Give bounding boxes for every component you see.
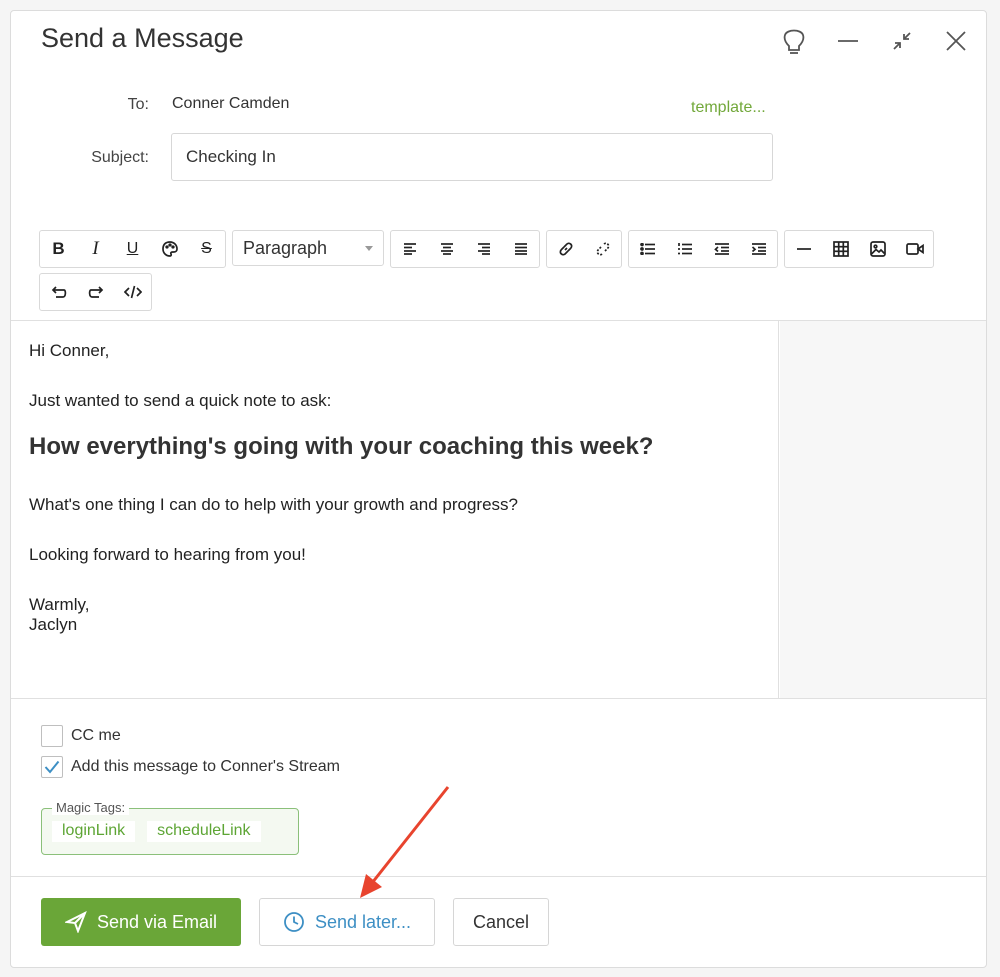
message-body-editor[interactable]: Hi Conner, Just wanted to send a quick n… (11, 321, 779, 698)
template-link[interactable]: template... (691, 99, 766, 117)
footer-divider (11, 876, 986, 877)
editor-bottom-border (11, 698, 986, 699)
bullet-list-button[interactable] (629, 231, 666, 267)
link-button[interactable] (547, 231, 584, 267)
closing-text: Looking forward to hearing from you! (29, 545, 306, 564)
strikethrough-button[interactable]: S (188, 231, 225, 267)
palette-icon (161, 241, 178, 257)
underline-button[interactable]: U (114, 231, 151, 267)
send-plane-icon (64, 911, 87, 933)
unlink-button[interactable] (584, 231, 621, 267)
italic-button[interactable]: I (77, 231, 114, 267)
undo-icon (51, 286, 66, 298)
send-via-email-label: Send via Email (96, 911, 218, 932)
align-left-icon (403, 243, 416, 255)
text-color-button[interactable] (151, 231, 188, 267)
redo-icon (88, 286, 103, 298)
add-stream-label: Add this message to Conner's Stream (71, 758, 340, 775)
align-right-button[interactable] (465, 231, 502, 267)
cc-me-checkbox[interactable] (41, 725, 63, 747)
italic-icon: I (92, 238, 99, 259)
collapse-icon[interactable] (884, 25, 920, 57)
minimize-icon[interactable] (830, 25, 866, 57)
lightbulb-icon[interactable] (776, 25, 812, 57)
align-center-button[interactable] (428, 231, 465, 267)
source-code-icon (123, 285, 142, 299)
numbered-list-icon (677, 243, 692, 255)
source-code-button[interactable] (114, 274, 151, 310)
send-via-email-button[interactable]: Send via Email (41, 898, 241, 946)
send-message-dialog: Send a Message To: Conner Camden templat… (10, 10, 987, 968)
strikethrough-icon: S (201, 240, 212, 257)
underline-icon: U (126, 240, 139, 257)
signature-text: Jaclyn (29, 615, 78, 634)
cancel-button[interactable]: Cancel (453, 898, 549, 946)
video-button[interactable] (896, 231, 933, 267)
outdent-icon (713, 243, 729, 255)
horizontal-rule-button[interactable] (785, 231, 822, 267)
add-stream-checkbox[interactable] (41, 756, 63, 778)
add-stream-option: Add this message to Conner's Stream (41, 756, 340, 778)
bold-icon: B (52, 239, 65, 258)
indent-icon (751, 243, 766, 255)
dialog-title: Send a Message (41, 23, 244, 53)
checkmark-icon (44, 760, 60, 774)
cc-me-option: CC me (41, 725, 121, 747)
send-later-label: Send later... (314, 911, 412, 932)
outdent-button[interactable] (703, 231, 740, 267)
unlink-icon (596, 242, 609, 256)
cc-me-label: CC me (71, 727, 121, 744)
editor-toolbar: B I U S Paragraph (39, 230, 934, 316)
magic-tags-legend: Magic Tags: (52, 800, 130, 815)
justify-icon (514, 243, 527, 255)
to-label: To: (127, 96, 149, 113)
align-right-icon (477, 243, 490, 255)
link-icon (559, 242, 572, 256)
growth-question-text: What's one thing I can do to help with y… (29, 495, 518, 514)
magic-tags-box: Magic Tags: loginLink scheduleLink (41, 800, 299, 855)
horizontal-rule-icon (796, 248, 811, 250)
numbered-list-button[interactable] (666, 231, 703, 267)
subject-label: Subject: (91, 149, 149, 166)
signoff-text: Warmly, (29, 595, 90, 614)
send-later-button[interactable]: Send later... (259, 898, 435, 946)
paragraph-select-value: Paragraph (243, 237, 328, 258)
table-button[interactable] (822, 231, 859, 267)
indent-button[interactable] (740, 231, 777, 267)
bullet-list-icon (639, 243, 655, 255)
magic-tag-schedule-link[interactable]: scheduleLink (147, 821, 261, 842)
header-actions (776, 25, 974, 57)
bold-button[interactable]: B (40, 231, 77, 267)
table-icon (832, 241, 849, 257)
image-icon (869, 241, 886, 257)
paragraph-select[interactable]: Paragraph (232, 230, 384, 266)
close-icon[interactable] (938, 25, 974, 57)
chevron-down-icon (365, 245, 373, 251)
align-left-button[interactable] (391, 231, 428, 267)
clock-icon (284, 912, 304, 932)
image-button[interactable] (859, 231, 896, 267)
undo-button[interactable] (40, 274, 77, 310)
editor-side-panel (780, 321, 986, 698)
intro-text: Just wanted to send a quick note to ask: (29, 391, 332, 410)
align-center-icon (440, 243, 453, 255)
question-heading: How everything's going with your coachin… (29, 433, 654, 460)
greeting-text: Hi Conner, (29, 341, 110, 360)
video-icon (905, 243, 924, 255)
magic-tag-login-link[interactable]: loginLink (52, 821, 136, 842)
redo-button[interactable] (77, 274, 114, 310)
to-recipient: Conner Camden (172, 95, 290, 112)
justify-button[interactable] (502, 231, 539, 267)
subject-input[interactable] (171, 133, 773, 181)
